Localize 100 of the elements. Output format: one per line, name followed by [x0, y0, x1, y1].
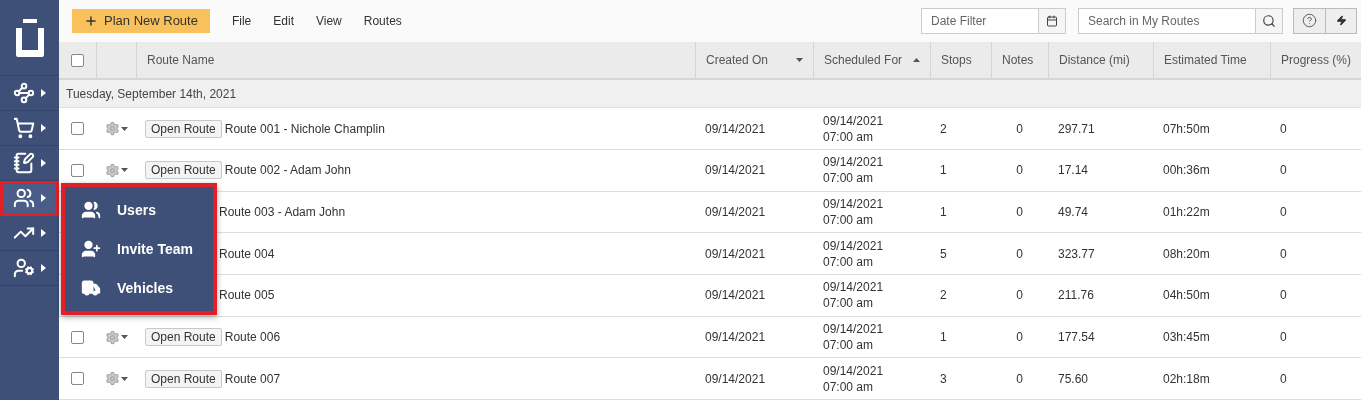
table-cell-text: 0	[1279, 245, 1288, 262]
gear-menu-icon[interactable]	[104, 371, 128, 387]
table-cell-text: 0	[1279, 120, 1288, 137]
logo-icon	[15, 18, 44, 57]
menu-item[interactable]: Vehicles	[65, 277, 213, 298]
table-cell-text: 0	[1279, 287, 1288, 304]
calendar-icon	[1046, 14, 1058, 27]
table-cell-text: 09/14/2021	[704, 370, 767, 387]
search-button[interactable]	[1255, 7, 1283, 34]
open-route-button[interactable]: Open Route	[145, 369, 222, 388]
checkbox[interactable]	[71, 372, 84, 386]
table-cell-text: 177.54	[1057, 329, 1096, 345]
caret-icon	[41, 194, 46, 202]
help-icon	[1302, 13, 1317, 29]
table-cell-text: 07:00 am	[823, 253, 875, 270]
search-icon	[1262, 13, 1276, 28]
user-gear-icon	[13, 257, 35, 279]
table-cell-text: 75.60	[1057, 370, 1090, 387]
menu-item[interactable]: View	[316, 13, 342, 28]
table-cell-text: 04h:50m	[1162, 287, 1211, 304]
table-cell-text: 09/14/2021	[823, 196, 885, 213]
table-cell-text: 17.14	[1057, 162, 1090, 179]
menu-item[interactable]: Invite Team	[65, 239, 213, 259]
route-name: Route 006	[224, 330, 281, 344]
table-cell-text: 297.71	[1057, 120, 1096, 137]
table-cell-text: 1	[939, 162, 948, 179]
route-name: Route 005	[219, 288, 275, 303]
open-route-button[interactable]: Open Route	[145, 161, 222, 180]
table-cell-text: 0	[1015, 329, 1024, 345]
search-field[interactable]: Search in My Routes	[1078, 7, 1255, 34]
checkbox[interactable]	[71, 330, 84, 344]
table-cell-text: 09/14/2021	[704, 287, 767, 304]
table-cell-text: 07:00 am	[823, 128, 875, 145]
users-icon	[81, 200, 101, 221]
table-cell-text: 0	[1279, 162, 1288, 179]
table-cell-text: 09/14/2021	[823, 237, 885, 254]
table-cell-text: 07:00 am	[823, 378, 875, 395]
table-cell-text: 09/14/2021	[704, 120, 767, 137]
checkbox[interactable]	[71, 53, 84, 67]
column-header: Created On	[706, 53, 770, 67]
column-header: Distance (mi)	[1059, 53, 1131, 67]
plus-icon	[84, 13, 98, 28]
table-cell-text: 0	[1015, 162, 1024, 179]
menu-item[interactable]: Edit	[273, 13, 294, 28]
table-cell-text: 211.76	[1057, 287, 1095, 304]
table-cell-text: 0	[1279, 329, 1288, 345]
table-cell-text: 09/14/2021	[704, 162, 767, 179]
user-plus-icon	[81, 239, 101, 259]
table-cell-text: 1	[939, 329, 948, 345]
column-header: Scheduled For	[824, 53, 904, 67]
table-cell-text: 0	[1015, 204, 1024, 221]
cart-icon	[13, 117, 35, 139]
table-cell-text: 2	[939, 287, 948, 304]
routes-icon	[13, 82, 35, 104]
table-cell-text: 0	[1015, 245, 1024, 262]
table-cell-text: 07:00 am	[823, 170, 875, 187]
table-cell-text: 03h:45m	[1162, 329, 1211, 345]
gear-menu-icon[interactable]	[104, 121, 128, 137]
date-filter-field[interactable]: Date Filter	[921, 7, 1038, 34]
column-header: Notes	[1002, 53, 1035, 67]
table-cell-text: 0	[1279, 370, 1288, 387]
table-cell-text: 07:00 am	[823, 295, 875, 312]
route-name: Route 001 - Nichole Champlin	[224, 121, 385, 136]
menu-item[interactable]: Users	[65, 200, 213, 221]
caret-icon	[41, 264, 46, 272]
table-cell-text: 09/14/2021	[823, 154, 885, 171]
table-cell-text: 07:00 am	[823, 212, 875, 229]
table-cell-text: 5	[939, 245, 948, 262]
table-cell-text: 0	[1015, 370, 1024, 387]
sidebar-item[interactable]	[0, 181, 59, 216]
menu-item[interactable]: Routes	[363, 13, 402, 28]
caret-icon	[41, 159, 46, 167]
route-name: Route 002 - Adam John	[224, 163, 351, 178]
open-route-button[interactable]: Open Route	[145, 119, 222, 138]
table-cell-text: 02h:18m	[1162, 370, 1211, 387]
group-heading: Tuesday, September 14th, 2021	[66, 86, 237, 101]
route-name: Route 007	[224, 371, 281, 386]
table-cell-text: 09/14/2021	[704, 329, 767, 345]
caret-icon	[41, 229, 46, 237]
table-cell-text: 49.74	[1057, 204, 1090, 221]
gear-menu-icon[interactable]	[104, 162, 128, 178]
lightning-icon	[1335, 15, 1347, 27]
table-cell-text: 2	[939, 120, 948, 137]
caret-icon	[41, 124, 46, 132]
open-route-button[interactable]: Open Route	[145, 328, 222, 346]
gear-menu-icon[interactable]	[104, 329, 128, 345]
column-header: Estimated Time	[1164, 53, 1248, 67]
table-cell-text: 08h:20m	[1162, 245, 1211, 262]
column-header: Route Name	[147, 53, 216, 67]
route-name: Route 004	[219, 246, 275, 261]
table-cell-text: 07h:50m	[1162, 120, 1211, 137]
table-cell-text: 09/14/2021	[823, 321, 885, 337]
checkbox[interactable]	[71, 122, 84, 136]
team-icon	[13, 187, 35, 209]
checkbox[interactable]	[71, 163, 84, 177]
table-cell-text: 0	[1279, 204, 1288, 221]
calendar-button[interactable]	[1038, 7, 1066, 34]
table-cell-text: 3	[939, 370, 948, 387]
menu-item[interactable]: File	[231, 13, 252, 28]
plan-route-button[interactable]: Plan New Route	[72, 8, 210, 33]
